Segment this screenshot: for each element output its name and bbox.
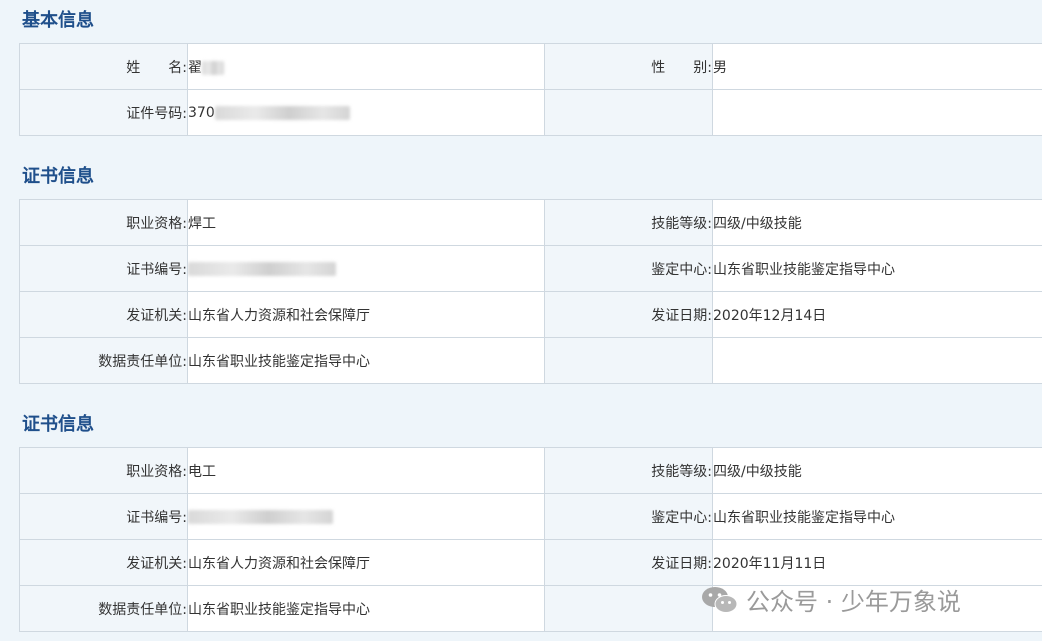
table-row: 职业资格: 电工 技能等级: 四级/中级技能 <box>19 447 1042 494</box>
data-responsible-label: 数据责任单位: <box>19 337 188 384</box>
data-responsible-value: 山东省职业技能鉴定指导中心 <box>187 337 545 384</box>
name-label: 姓 名: <box>19 43 188 90</box>
issuer-value: 山东省人力资源和社会保障厅 <box>187 539 545 586</box>
table-row: 职业资格: 焊工 技能等级: 四级/中级技能 <box>19 199 1042 246</box>
skill-level-value: 四级/中级技能 <box>712 199 1042 246</box>
data-responsible-value: 山东省职业技能鉴定指导中心 <box>187 585 545 632</box>
table-row: 证书编号: 鉴定中心: 山东省职业技能鉴定指导中心 <box>19 493 1042 540</box>
empty-cell <box>544 89 713 136</box>
cert-info-title: 证书信息 <box>22 414 94 435</box>
table-row: 发证机关: 山东省人力资源和社会保障厅 发证日期: 2020年12月14日 <box>19 291 1042 338</box>
redacted-mask <box>214 105 350 120</box>
skill-level-label: 技能等级: <box>544 199 713 246</box>
cert-number-label: 证书编号: <box>19 245 188 292</box>
id-number-label: 证件号码: <box>19 89 188 136</box>
gender-value: 男 <box>712 43 1042 90</box>
skill-level-label: 技能等级: <box>544 447 713 494</box>
issuer-value: 山东省人力资源和社会保障厅 <box>187 291 545 338</box>
cert-number-label: 证书编号: <box>19 493 188 540</box>
empty-cell <box>544 337 713 384</box>
appraisal-center-label: 鉴定中心: <box>544 493 713 540</box>
basic-info-table: 姓 名: 翟 性 别: 男 证件号码: 370 <box>19 43 1042 136</box>
skill-level-value: 四级/中级技能 <box>712 447 1042 494</box>
issue-date-value: 2020年11月11日 <box>712 539 1042 586</box>
data-responsible-label: 数据责任单位: <box>19 585 188 632</box>
wechat-icon <box>702 586 738 613</box>
qualification-value: 焊工 <box>187 199 545 246</box>
qualification-value: 电工 <box>187 447 545 494</box>
qualification-label: 职业资格: <box>19 199 188 246</box>
issue-date-value: 2020年12月14日 <box>712 291 1042 338</box>
watermark: 公众号 · 少年万象说 <box>700 582 961 617</box>
table-row: 发证机关: 山东省人力资源和社会保障厅 发证日期: 2020年11月11日 <box>19 539 1042 586</box>
redacted-mask <box>188 261 336 276</box>
id-number-value: 370 <box>187 89 545 136</box>
cert-info-title: 证书信息 <box>22 166 94 187</box>
appraisal-center-label: 鉴定中心: <box>544 245 713 292</box>
issue-date-label: 发证日期: <box>544 539 713 586</box>
issue-date-label: 发证日期: <box>544 291 713 338</box>
issuer-label: 发证机关: <box>19 291 188 338</box>
gender-label: 性 别: <box>544 43 713 90</box>
issuer-label: 发证机关: <box>19 539 188 586</box>
redacted-mask <box>202 60 224 75</box>
table-row: 证件号码: 370 <box>19 89 1042 136</box>
cert-number-value <box>187 493 545 540</box>
cert-info-table-1: 职业资格: 焊工 技能等级: 四级/中级技能 证书编号: 鉴定中心: 山东省职业… <box>19 199 1042 384</box>
basic-info-title: 基本信息 <box>22 10 94 31</box>
name-value: 翟 <box>187 43 545 90</box>
watermark-text: 公众号 · 少年万象说 <box>746 588 961 616</box>
qualification-label: 职业资格: <box>19 447 188 494</box>
redacted-mask <box>188 509 333 524</box>
empty-cell <box>712 337 1042 384</box>
empty-cell <box>544 585 713 632</box>
cert-number-value <box>187 245 545 292</box>
appraisal-center-value: 山东省职业技能鉴定指导中心 <box>712 245 1042 292</box>
table-row: 数据责任单位: 山东省职业技能鉴定指导中心 <box>19 337 1042 384</box>
empty-cell <box>712 89 1042 136</box>
table-row: 姓 名: 翟 性 别: 男 <box>19 43 1042 90</box>
appraisal-center-value: 山东省职业技能鉴定指导中心 <box>712 493 1042 540</box>
table-row: 证书编号: 鉴定中心: 山东省职业技能鉴定指导中心 <box>19 245 1042 292</box>
